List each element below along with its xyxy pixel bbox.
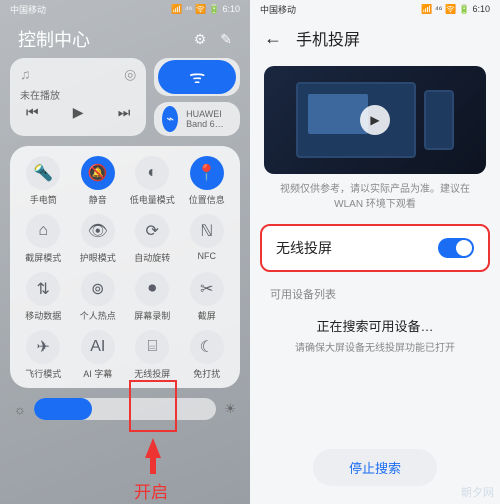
tile-label: NFC [198,251,217,261]
tile-label: AI 字幕 [83,367,112,380]
watermark: 朝夕网 [461,484,494,500]
tile-icon: 🔕 [81,156,115,190]
carrier: 中国移动 [10,3,46,16]
tile-静音[interactable]: 🔕 静音 [71,156,126,206]
tile-个人热点[interactable]: ⊚ 个人热点 [71,272,126,322]
tile-label: 手电筒 [30,193,57,206]
settings-icon[interactable]: ⚙ [194,31,207,48]
tile-移动数据[interactable]: ⇅ 移动数据 [16,272,71,322]
tile-手电筒[interactable]: 🔦 手电筒 [16,156,71,206]
status-bar: 中国移动 📶 ⁴⁶ 🛜 🔋 6:10 [0,0,250,18]
prev-icon[interactable]: ⏮ [26,104,39,121]
tile-截屏[interactable]: ✂ 截屏 [180,272,235,322]
music-status: 未在播放 [20,87,136,102]
brightness-high-icon: ☀ [224,401,236,417]
tile-icon: ☾ [190,330,224,364]
annotation-enable-label: 开启 [134,478,168,503]
page-header: ← 手机投屏 [250,18,500,60]
tile-label: 屏幕录制 [134,309,170,322]
music-source-icon: ◎ [124,66,136,83]
tile-icon: ⌸ [135,330,169,364]
brightness-slider[interactable] [34,398,216,420]
tile-icon: ⇅ [26,272,60,306]
wifi-icon: ᯤ [189,65,205,89]
tile-label: 飞行模式 [25,367,61,380]
tile-低电量模式[interactable]: ◐ 低电量模式 [125,156,180,206]
edit-icon[interactable]: ✎ [220,31,232,48]
tile-icon: ⟳ [135,214,169,248]
tile-icon: ◐ [135,156,169,190]
tile-label: 移动数据 [25,309,61,322]
status-right: 📶 ⁴⁶ 🛜 🔋 6:10 [171,4,240,15]
cast-settings-screen: 中国移动 📶 ⁴⁶ 🛜 🔋 6:10 ← 手机投屏 ▶ 视频仅供参考，请以实际产… [250,0,500,504]
tile-icon: ⏺ [135,272,169,306]
tile-icon: ✈ [26,330,60,364]
tile-label: 截屏 [198,309,216,322]
tile-icon: ⌂ [26,214,60,248]
page-title: 手机投屏 [296,26,360,50]
tile-icon: ⊚ [81,272,115,306]
tile-无线投屏[interactable]: ⌸ 无线投屏 [125,330,180,380]
status-bar: 中国移动 📶 ⁴⁶ 🛜 🔋 6:10 [250,0,500,18]
carrier: 中国移动 [260,3,296,16]
tile-icon: AI [81,330,115,364]
preview-video[interactable]: ▶ [264,66,486,174]
cc-title: 控制中心 [18,26,90,52]
tile-icon: 📍 [190,156,224,190]
tile-icon: 👁 [81,214,115,248]
toggle-label: 无线投屏 [276,238,332,258]
tile-label: 免打扰 [193,367,220,380]
tile-icon: ℕ [190,214,224,248]
available-devices-header: 可用设备列表 [250,276,500,306]
preview-hint: 视频仅供参考，请以实际产品为准。建议在 WLAN 环境下观看 [250,182,500,212]
tile-label: 护眼模式 [80,251,116,264]
wifi-toggle[interactable]: ᯤ [154,58,240,96]
tile-护眼模式[interactable]: 👁 护眼模式 [71,214,126,264]
bt-device: HUAWEI Band 6… [186,109,232,129]
tile-NFC[interactable]: ℕ NFC [180,214,235,264]
tv-illustration [296,82,416,158]
tile-label: 无线投屏 [134,367,170,380]
tile-截屏模式[interactable]: ⌂ 截屏模式 [16,214,71,264]
play-icon[interactable]: ▶ [73,104,84,121]
tile-label: 低电量模式 [130,193,175,206]
phone-illustration [424,90,454,150]
cc-header: 控制中心 ⚙ ✎ [0,18,250,58]
bluetooth-toggle[interactable]: ⌁ HUAWEI Band 6… [154,102,240,136]
next-icon[interactable]: ⏭ [118,104,131,121]
bluetooth-icon: ⌁ [162,106,178,132]
wireless-cast-toggle-row: 无线投屏 [260,224,490,272]
status-right: 📶 ⁴⁶ 🛜 🔋 6:10 [421,4,490,15]
tile-屏幕录制[interactable]: ⏺ 屏幕录制 [125,272,180,322]
tile-自动旋转[interactable]: ⟳ 自动旋转 [125,214,180,264]
brightness-row: ☼ ☀ [0,388,250,420]
searching-text: 正在搜索可用设备… [250,316,500,335]
tile-位置信息[interactable]: 📍 位置信息 [180,156,235,206]
music-note-icon: ♫ [20,66,31,83]
tile-label: 静音 [89,193,107,206]
tile-AI 字幕[interactable]: AI AI 字幕 [71,330,126,380]
wireless-cast-switch[interactable] [438,238,474,258]
stop-search-button[interactable]: 停止搜索 [313,449,437,486]
tile-label: 个人热点 [80,309,116,322]
brightness-low-icon: ☼ [14,402,26,417]
tile-icon: ✂ [190,272,224,306]
control-center-screen: 中国移动 📶 ⁴⁶ 🛜 🔋 6:10 控制中心 ⚙ ✎ ♫ ◎ 未在播放 ⏮ ▶… [0,0,250,504]
searching-subtext: 请确保大屏设备无线投屏功能已打开 [250,339,500,354]
tile-label: 位置信息 [189,193,225,206]
tile-icon: 🔦 [26,156,60,190]
tile-label: 截屏模式 [25,251,61,264]
play-icon[interactable]: ▶ [360,105,390,135]
back-icon[interactable]: ← [264,28,282,49]
tile-label: 自动旋转 [134,251,170,264]
quick-tiles-panel: 🔦 手电筒 🔕 静音 ◐ 低电量模式 📍 位置信息 ⌂ 截屏模式 👁 护眼模式 ⟳ 自动旋转 ℕ NFC ⇅ 移动… [10,146,240,388]
annotation-arrow-icon [145,438,161,458]
tile-飞行模式[interactable]: ✈ 飞行模式 [16,330,71,380]
tile-免打扰[interactable]: ☾ 免打扰 [180,330,235,380]
music-card[interactable]: ♫ ◎ 未在播放 ⏮ ▶ ⏭ [10,58,146,136]
